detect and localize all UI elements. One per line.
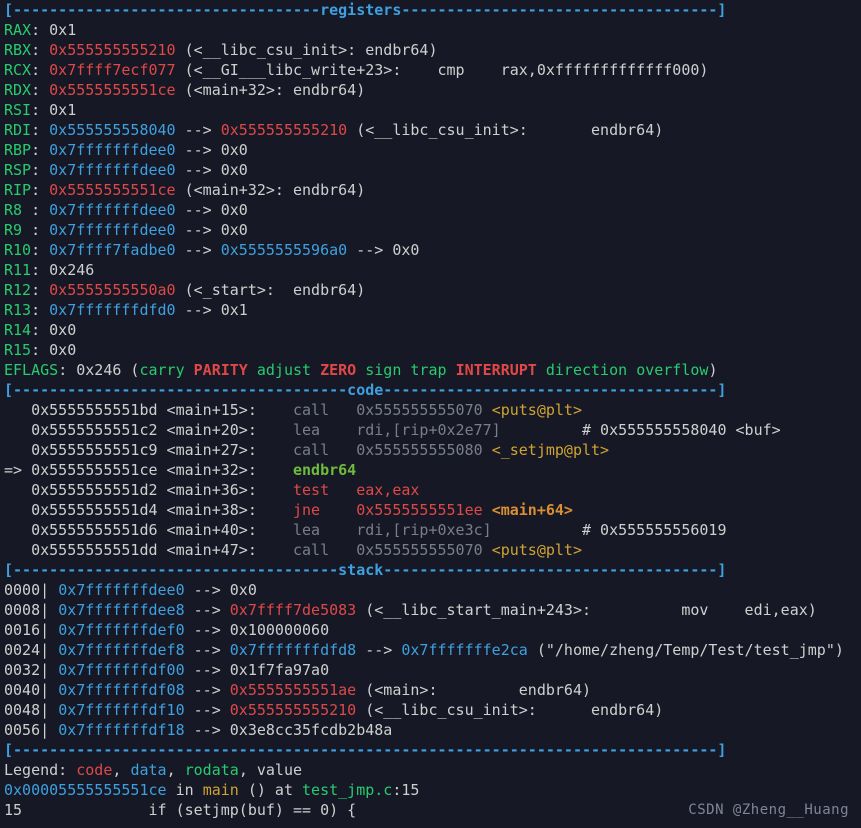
legend: Legend: code, data, rodata, value (4, 760, 857, 780)
code-line: 0x5555555551c2 <main+20>: lea rdi,[rip+0… (4, 420, 857, 440)
location-line: 0x00005555555551ce in main () at test_jm… (4, 780, 857, 800)
code-line: 0x5555555551dd <main+47>: call 0x5555555… (4, 540, 857, 560)
stack-line: 0056| 0x7fffffffdf18 --> 0x3e8cc35fcdb2b… (4, 720, 857, 740)
reg-rcx: RCX: 0x7ffff7ecf077 (<__GI___libc_write+… (4, 60, 857, 80)
code-line: 0x5555555551d6 <main+40>: lea rdi,[rip+0… (4, 520, 857, 540)
code-line: 0x5555555551d4 <main+38>: jne 0x55555555… (4, 500, 857, 520)
section-footer: [---------------------------------------… (4, 740, 857, 760)
reg-eflags: EFLAGS: 0x246 (carry PARITY adjust ZERO … (4, 360, 857, 380)
reg-rbp: RBP: 0x7fffffffdee0 --> 0x0 (4, 140, 857, 160)
section-header-stack: [------------------------------------sta… (4, 560, 857, 580)
stack-line: 0016| 0x7fffffffdef0 --> 0x100000060 (4, 620, 857, 640)
reg-rdx: RDX: 0x5555555551ce (<main+32>: endbr64) (4, 80, 857, 100)
stack-line: 0040| 0x7fffffffdf08 --> 0x5555555551ae … (4, 680, 857, 700)
reg-rsi: RSI: 0x1 (4, 100, 857, 120)
code-line: 0x5555555551d2 <main+36>: test eax,eax (4, 480, 857, 500)
reg-r8: R8 : 0x7fffffffdee0 --> 0x0 (4, 200, 857, 220)
reg-rdi: RDI: 0x555555558040 --> 0x555555555210 (… (4, 120, 857, 140)
stack-line: 0000| 0x7fffffffdee0 --> 0x0 (4, 580, 857, 600)
reg-r13: R13: 0x7fffffffdfd0 --> 0x1 (4, 300, 857, 320)
watermark: CSDN @Zheng__Huang (688, 800, 849, 820)
stack-line: 0008| 0x7fffffffdee8 --> 0x7ffff7de5083 … (4, 600, 857, 620)
section-header-registers: [----------------------------------regis… (4, 0, 857, 20)
stack-line: 0048| 0x7fffffffdf10 --> 0x555555555210 … (4, 700, 857, 720)
terminal-output: [----------------------------------regis… (0, 0, 861, 826)
reg-r9: R9 : 0x7fffffffdee0 --> 0x0 (4, 220, 857, 240)
code-line: 0x5555555551bd <main+15>: call 0x5555555… (4, 400, 857, 420)
stack-line: 0024| 0x7fffffffdef8 --> 0x7fffffffdfd8 … (4, 640, 857, 660)
reg-r10: R10: 0x7ffff7fadbe0 --> 0x5555555596a0 -… (4, 240, 857, 260)
reg-rip: RIP: 0x5555555551ce (<main+32>: endbr64) (4, 180, 857, 200)
reg-r14: R14: 0x0 (4, 320, 857, 340)
reg-rax: RAX: 0x1 (4, 20, 857, 40)
reg-r12: R12: 0x5555555550a0 (<_start>: endbr64) (4, 280, 857, 300)
code-line: 0x5555555551c9 <main+27>: call 0x5555555… (4, 440, 857, 460)
reg-r11: R11: 0x246 (4, 260, 857, 280)
reg-rsp: RSP: 0x7fffffffdee0 --> 0x0 (4, 160, 857, 180)
stack-line: 0032| 0x7fffffffdf00 --> 0x1f7fa97a0 (4, 660, 857, 680)
code-line-current: => 0x5555555551ce <main+32>: endbr64 (4, 460, 857, 480)
section-header-code: [-------------------------------------co… (4, 380, 857, 400)
reg-rbx: RBX: 0x555555555210 (<__libc_csu_init>: … (4, 40, 857, 60)
reg-r15: R15: 0x0 (4, 340, 857, 360)
